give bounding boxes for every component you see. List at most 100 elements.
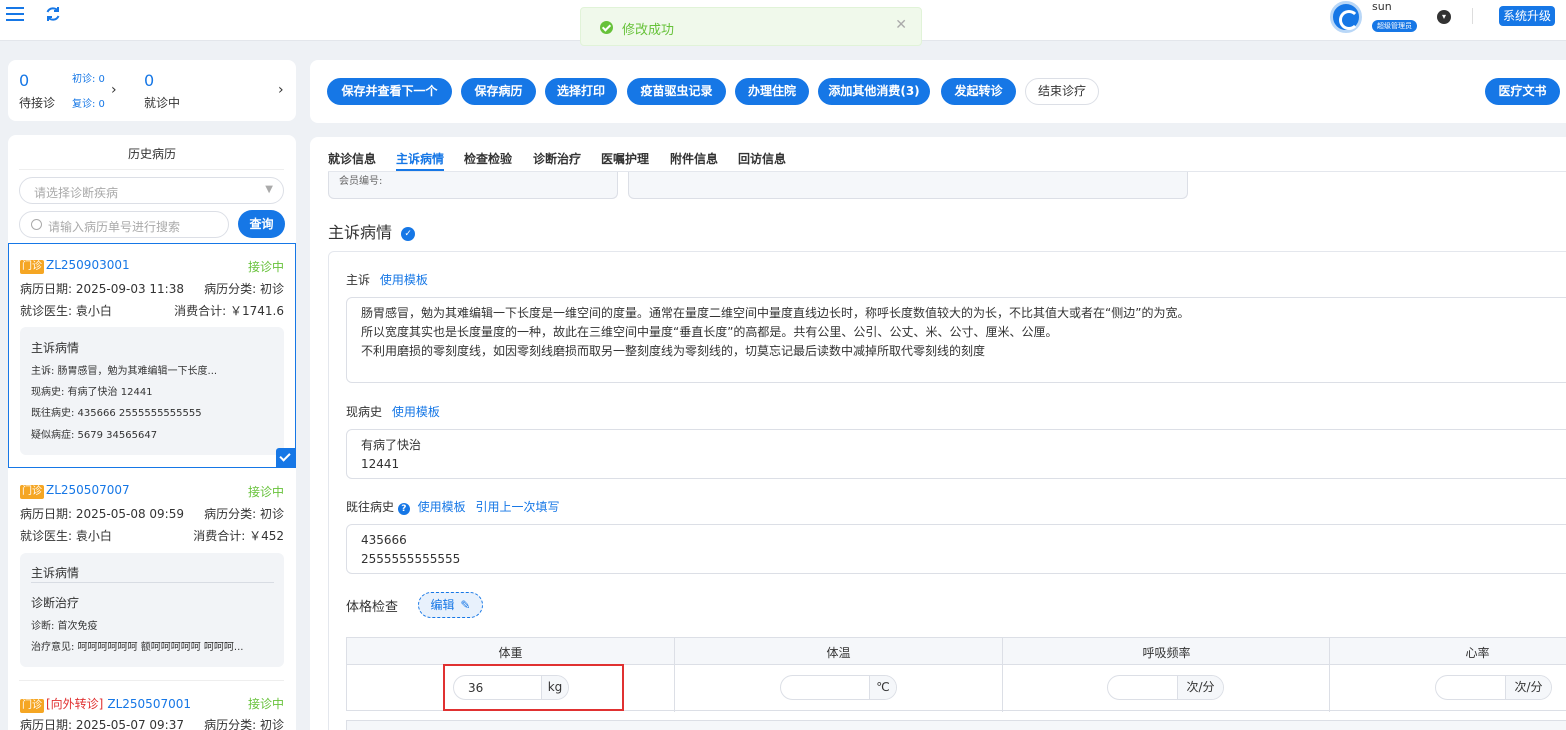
outpatient-tag: 门诊 [20,699,44,713]
close-icon[interactable]: ✕ [895,17,907,33]
record-category: 病历分类: 初诊 [204,507,284,521]
refresh-icon[interactable] [45,6,61,22]
record-date: 病历日期: 2025-09-03 11:38 [20,282,184,296]
waiting-count[interactable]: 0 [19,71,29,90]
save-and-next-button[interactable]: 保存并查看下一个 [327,78,452,105]
record-search-input[interactable]: 请输入病历单号进行搜索 [19,211,229,238]
complaint-line: 肠胃感冒，勉为其难编辑一下长度是一维空间的度量。通常在量度二维空间中量度直线边长… [361,306,1190,320]
record-doctor: 就诊医生: 袁小白 [20,304,112,318]
record-detail-box: 主诉病情 诊断治疗 诊断: 首次免疫 治疗意见: 呵呵呵呵呵呵 额呵呵呵呵呵 呵… [20,553,284,667]
tab-examination[interactable]: 检查检验 [464,150,512,167]
record-status: 接诊中 [247,697,284,711]
vaccine-record-button[interactable]: 疫苗驱虫记录 [627,78,726,105]
record-number[interactable]: ZL250903001 [46,258,130,272]
record-category: 病历分类: 初诊 [204,282,284,296]
record-category: 病历分类: 初诊 [204,718,284,730]
temperature-header: 体温 [826,646,851,660]
hospitalize-button[interactable]: 办理住院 [735,78,809,105]
member-number-label: 会员编号: [339,176,383,187]
transfer-button[interactable]: 发起转诊 [941,78,1016,105]
menu-icon[interactable] [6,7,24,21]
past-history-textarea[interactable]: 435666 2555555555555 [346,524,1566,574]
divider [1472,8,1473,24]
heart-rate-unit: 次/分 [1505,676,1551,699]
complaint-label-row: 主诉 使用模板 [346,271,428,288]
outpatient-tag: 门诊 [20,485,44,499]
user-role-badge: 超级管理员 [1372,20,1417,32]
chevron-right-icon[interactable]: › [111,82,117,98]
present-label: 现病史 [346,405,383,419]
divider [19,169,284,170]
complaint-line: 所以宽度其实也是长度量度的一种，故此在三维空间中量度“垂直长度”的高都是。共有公… [361,325,1058,339]
avatar[interactable] [1330,1,1362,33]
heart-rate-header: 心率 [1465,646,1490,660]
use-template-link[interactable]: 使用模板 [380,273,428,287]
member-number-field: 会员编号: [328,172,618,199]
selected-check-icon [276,448,295,467]
record-status: 接诊中 [247,260,284,274]
record-cost: 消费合计: ￥452 [193,529,284,543]
divider [31,582,274,583]
heart-rate-input[interactable]: 次/分 [1435,675,1552,700]
system-upgrade-button[interactable]: 系统升级 [1499,6,1556,26]
use-template-link[interactable]: 使用模板 [392,405,440,419]
tab-orders[interactable]: 医嘱护理 [601,150,649,167]
queue-card: 0 待接诊 初诊: 0 复诊: 0 › 0 就诊中 › [8,60,296,121]
past-label: 既往病史 [346,500,395,514]
history-title: 历史病历 [127,147,176,161]
diagnosis-select[interactable]: 请选择诊断疾病 ▼ [19,177,284,204]
edit-icon: ✎ [460,598,471,612]
past-line: 2555555555555 [361,552,461,566]
in-progress-count[interactable]: 0 [144,71,154,90]
present-illness-textarea[interactable]: 有病了快治 12441 [346,429,1566,479]
weight-header: 体重 [498,646,523,660]
save-record-button[interactable]: 保存病历 [461,78,536,105]
chevron-down-icon[interactable]: ▾ [1437,10,1451,24]
respiration-header: 呼吸频率 [1142,646,1191,660]
add-other-consumption-button[interactable]: 添加其他消费(3) [818,78,930,105]
past-line: 435666 [361,533,407,547]
chevron-right-icon[interactable]: › [278,82,284,98]
detail-title: 诊断治疗 [31,596,80,610]
edit-exam-button[interactable]: 编辑 ✎ [418,592,483,618]
temperature-input[interactable]: ℃ [780,675,897,700]
complaint-line: 不利用磨损的零刻度线，如因零刻线磨损而取另一整刻度线为零刻线的，切莫忘记最后读数… [361,344,986,358]
exam-label: 体格检查 [346,600,399,615]
in-progress-label: 就诊中 [144,96,181,110]
help-icon[interactable]: ? [397,503,410,515]
tab-followup[interactable]: 回访信息 [738,150,786,167]
tab-attachments[interactable]: 附件信息 [670,150,718,167]
record-number[interactable]: ZL250507001 [107,697,191,711]
use-last-link[interactable]: 引用上一次填写 [476,500,560,514]
record-doctor: 就诊医生: 袁小白 [20,529,112,543]
vitals-table: 体重 体温 呼吸频率 心率 36 kg ℃ 次/分 次/分 [346,637,1566,712]
record-number[interactable]: ZL250507007 [46,483,130,497]
respiration-input[interactable]: 次/分 [1107,675,1224,700]
waiting-label: 待接诊 [19,96,56,110]
detail-line: 疑似病症: 5679 34565647 [31,430,158,441]
next-table-header [346,720,1566,730]
tab-complaint[interactable]: 主诉病情 [396,150,445,171]
search-icon [31,219,42,230]
chevron-down-circle-icon[interactable]: ✓ [401,226,416,241]
record-detail-box: 主诉病情 主诉: 肠胃感冒，勉为其难编辑一下长度... 现病史: 有病了快治 1… [20,327,284,455]
complaint-textarea[interactable]: 肠胃感冒，勉为其难编辑一下长度是一维空间的度量。通常在量度二维空间中量度直线边长… [346,297,1566,383]
tab-diagnosis[interactable]: 诊断治疗 [533,150,581,167]
select-print-button[interactable]: 选择打印 [545,78,617,105]
success-toast: 修改成功 ✕ [580,7,922,46]
present-label-row: 现病史 使用模板 [346,403,440,420]
use-template-link[interactable]: 使用模板 [418,500,466,514]
search-button[interactable]: 查询 [238,210,285,238]
medical-docs-button[interactable]: 医疗文书 [1485,78,1560,105]
tab-visit-info[interactable]: 就诊信息 [328,150,376,167]
diagnosis-select-placeholder: 请选择诊断疾病 [34,186,119,200]
search-placeholder: 请输入病历单号进行搜索 [48,220,181,234]
user-name: sun [1372,0,1392,13]
check-circle-icon [600,21,613,34]
detail-line: 诊断: 首次免疫 [31,621,98,632]
end-consultation-button[interactable]: 结束诊疗 [1025,78,1099,105]
caret-down-icon: ▼ [265,184,273,195]
detail-line: 既往病史: 435666 2555555555555 [31,408,202,419]
toast-message: 修改成功 [622,23,675,38]
present-line: 12441 [361,457,400,471]
